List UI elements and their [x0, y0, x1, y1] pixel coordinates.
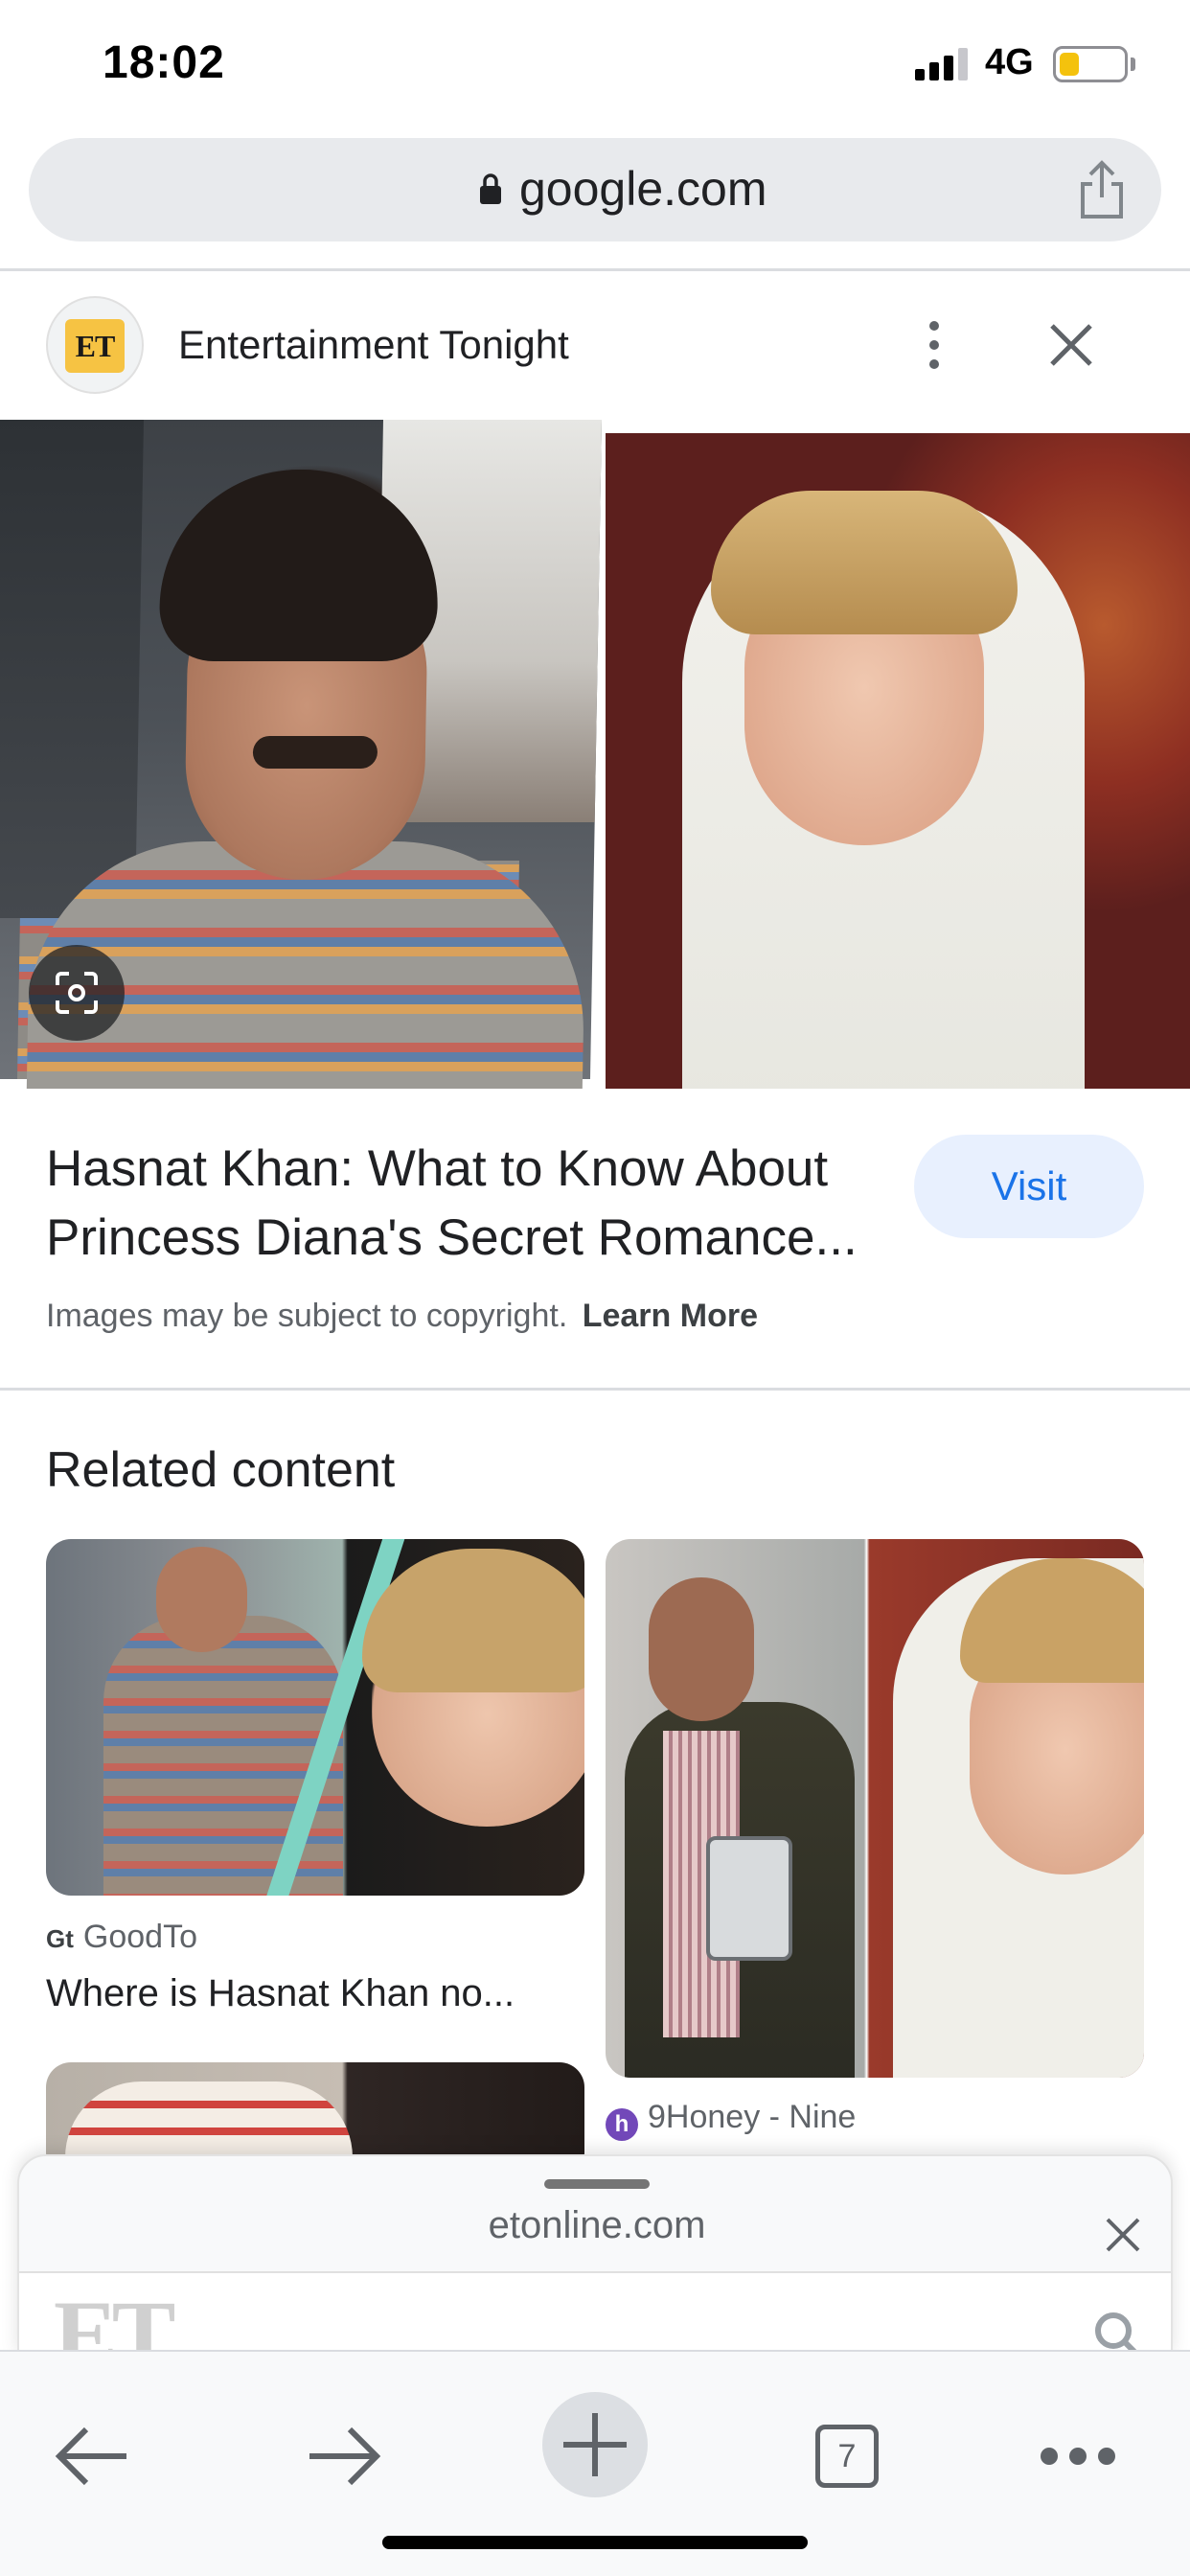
hair-shape	[711, 491, 1018, 634]
status-bar: 18:02 4G	[0, 0, 1190, 132]
result-title[interactable]: Hasnat Khan: What to Know About Princess…	[46, 1135, 899, 1273]
more-horizontal-icon	[1041, 2448, 1115, 2465]
source-label: 9Honey - Nine	[648, 2099, 857, 2135]
source-logo[interactable]: ET	[46, 296, 144, 394]
section-divider	[0, 1388, 1190, 1391]
building-shape	[0, 420, 144, 918]
arrow-left-icon	[55, 2426, 126, 2486]
sweater-shape	[103, 1616, 343, 1896]
url-bar[interactable]: google.com	[29, 138, 1161, 242]
forward-button[interactable]	[290, 2404, 396, 2509]
back-button[interactable]	[40, 2404, 146, 2509]
source-name[interactable]: Entertainment Tonight	[178, 322, 569, 368]
hair-shape	[362, 1549, 584, 1692]
et-logo-icon: ET	[65, 319, 125, 373]
lens-icon	[56, 972, 98, 1014]
network-type: 4G	[985, 42, 1034, 82]
plus-icon	[563, 2413, 627, 2476]
status-time: 18:02	[103, 37, 225, 88]
drag-handle[interactable]	[544, 2179, 650, 2189]
new-tab-button[interactable]	[542, 2392, 648, 2497]
menu-button[interactable]	[1025, 2404, 1131, 2509]
battery-icon	[1053, 46, 1128, 82]
lock-icon	[480, 173, 501, 204]
home-indicator	[382, 2536, 808, 2549]
battery-cap	[1131, 58, 1135, 71]
sheet-page-preview: ET	[19, 2273, 1171, 2356]
close-icon[interactable]	[1102, 2214, 1144, 2256]
head-shape	[156, 1547, 247, 1652]
related-card-source[interactable]: Gt GoodTo	[46, 1919, 197, 1956]
hero-image-right	[606, 433, 1190, 1089]
arrow-right-icon	[309, 2426, 381, 2486]
header-divider	[0, 268, 1190, 271]
mustache-shape	[252, 736, 378, 769]
related-card-source[interactable]: h 9Honey - Nine	[606, 2099, 856, 2141]
google-lens-button[interactable]	[29, 945, 125, 1041]
sheet-url: etonline.com	[488, 2204, 706, 2246]
preview-bottom-sheet[interactable]: etonline.com ET	[17, 2154, 1173, 2356]
related-card-image[interactable]	[46, 1539, 584, 1896]
learn-more-link[interactable]: Learn More	[583, 1298, 758, 1334]
tab-switcher-button[interactable]: 7	[792, 2404, 898, 2509]
ninehoney-logo-icon: h	[606, 2108, 638, 2141]
source-label: GoodTo	[82, 1919, 197, 1955]
tab-count: 7	[815, 2425, 879, 2488]
close-icon[interactable]	[1044, 318, 1098, 372]
head-shape	[649, 1577, 754, 1721]
related-heading: Related content	[46, 1442, 396, 1498]
url-domain: google.com	[519, 162, 767, 216]
goodto-logo-icon: Gt	[46, 1924, 74, 1953]
share-icon[interactable]	[1073, 159, 1131, 220]
battery-level	[1060, 53, 1079, 76]
visit-button[interactable]: Visit	[914, 1135, 1144, 1238]
related-card-title[interactable]: Where is Hasnat Khan no...	[46, 1972, 584, 2015]
signal-icon	[915, 48, 968, 80]
search-icon[interactable]	[1092, 2310, 1140, 2356]
copyright-text: Images may be subject to copyright.	[46, 1298, 568, 1334]
related-card-image[interactable]	[606, 1539, 1144, 2078]
result-image[interactable]	[0, 420, 1190, 1089]
device-shape	[706, 1836, 792, 1961]
copyright-notice: Images may be subject to copyright. Lear…	[46, 1298, 758, 1335]
et-logo: ET	[54, 2281, 175, 2356]
more-options-icon[interactable]	[920, 316, 949, 374]
